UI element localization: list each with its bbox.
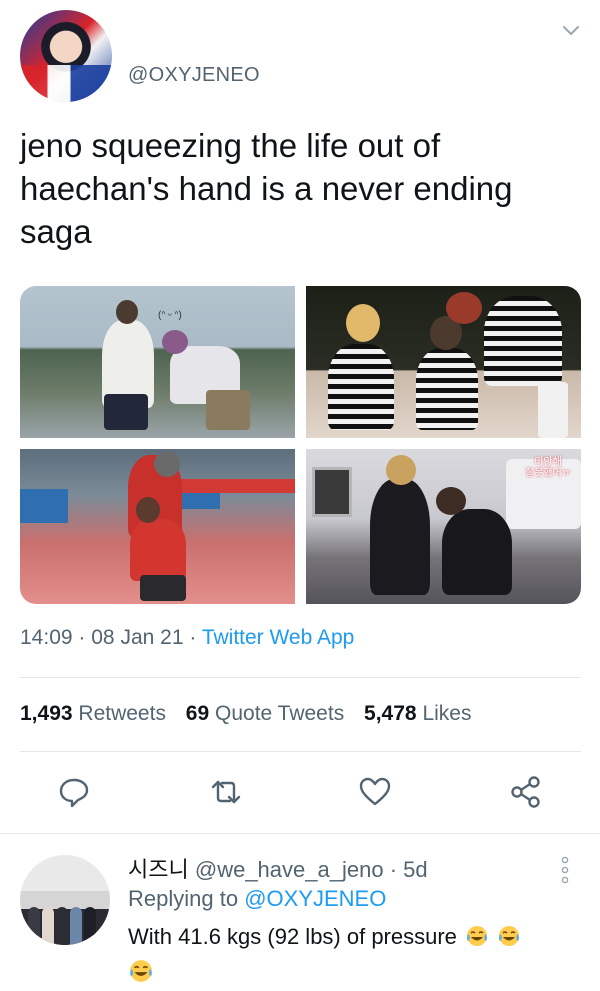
replying-mention[interactable]: @OXYJENEO xyxy=(244,886,386,911)
caption-line: 미안해 xyxy=(534,457,562,468)
author-handle[interactable]: @OXYJENEO xyxy=(128,64,260,87)
reply-text-body: With 41.6 kgs (92 lbs) of pressure xyxy=(128,924,457,949)
figure xyxy=(416,348,478,430)
media-image-4[interactable]: 미안해 잘못했어ㅠ xyxy=(306,449,581,604)
meta-separator: · xyxy=(78,626,86,649)
figure-legs xyxy=(140,575,186,601)
media-grid: (ᐢ ᵕ ᐢ) 미안해 잘못했어ㅠ xyxy=(20,286,581,604)
figure-legs xyxy=(104,394,148,430)
tears-of-joy-emoji-icon xyxy=(130,960,152,982)
tweet-date[interactable]: 08 Jan 21 xyxy=(91,626,183,649)
avatar-person xyxy=(28,907,40,945)
quotes-stat[interactable]: 69 Quote Tweets xyxy=(186,702,344,725)
share-icon[interactable] xyxy=(508,774,544,810)
figure-head xyxy=(154,451,180,477)
avatar-shirt xyxy=(20,65,112,102)
figure-head xyxy=(116,300,138,324)
caption-line: 잘못했어ㅠ xyxy=(525,468,571,479)
media-image-1[interactable]: (ᐢ ᵕ ᐢ) xyxy=(20,286,295,438)
replying-to: Replying to @OXYJENEO xyxy=(128,886,386,912)
likes-count: 5,478 xyxy=(364,702,417,725)
quotes-label: Quote Tweets xyxy=(215,702,345,725)
divider xyxy=(20,751,581,752)
avatar-person xyxy=(42,907,54,945)
retweet-icon[interactable] xyxy=(208,774,244,810)
media-image-2[interactable] xyxy=(306,286,581,438)
avatar-person xyxy=(84,907,96,945)
tweet-source-app[interactable]: Twitter Web App xyxy=(202,626,355,649)
figure-legs xyxy=(206,390,250,430)
figure xyxy=(484,296,562,386)
reply-text: With 41.6 kgs (92 lbs) of pressure xyxy=(128,922,583,952)
author-avatar[interactable] xyxy=(20,10,112,102)
avatar-person xyxy=(70,907,82,945)
quotes-count: 69 xyxy=(185,702,210,725)
tweet-meta: 14:09 · 08 Jan 21 · Twitter Web App xyxy=(20,626,354,650)
reply-age[interactable]: 5d xyxy=(403,857,427,882)
picture-frame xyxy=(312,467,352,517)
retweets-stat[interactable]: 1,493 Retweets xyxy=(20,702,166,725)
more-options-icon[interactable] xyxy=(560,855,570,885)
image-caption: (ᐢ ᵕ ᐢ) xyxy=(158,310,182,321)
figure-head xyxy=(436,487,466,515)
figure xyxy=(370,479,430,595)
avatar-person xyxy=(56,907,68,945)
chevron-down-icon[interactable] xyxy=(561,24,581,38)
figure-head xyxy=(162,330,188,354)
tweet-time: 14:09 xyxy=(20,626,73,649)
retweets-label: Retweets xyxy=(78,702,166,725)
retweets-count: 1,493 xyxy=(20,702,73,725)
tweet-stats: 1,493 Retweets 69 Quote Tweets 5,478 Lik… xyxy=(20,702,471,726)
figure-legs xyxy=(538,382,568,438)
replying-prefix: Replying to xyxy=(128,886,239,911)
tweet-text: jeno squeezing the life out of haechan's… xyxy=(20,127,513,250)
figure xyxy=(442,509,512,595)
heart-icon[interactable] xyxy=(357,774,393,810)
figure xyxy=(130,519,186,581)
figure-head xyxy=(136,497,160,523)
media-image-3[interactable] xyxy=(20,449,295,604)
figure-head xyxy=(446,292,482,324)
action-bar xyxy=(0,768,600,812)
figure-head xyxy=(386,455,416,485)
meta-separator: · xyxy=(389,857,398,882)
reply-divider xyxy=(0,833,600,834)
tears-of-joy-emoji-icon xyxy=(499,926,520,946)
likes-stat[interactable]: 5,478 Likes xyxy=(364,702,471,725)
figure xyxy=(328,344,394,430)
tears-of-joy-emoji-icon xyxy=(467,926,488,946)
table xyxy=(20,489,68,523)
figure-head xyxy=(346,304,380,342)
reply-author-handle[interactable]: @we_have_a_jeno xyxy=(195,857,384,882)
reply-bubble-icon[interactable] xyxy=(56,774,92,810)
divider xyxy=(20,677,581,678)
reply-header: 시즈니 @we_have_a_jeno · 5d xyxy=(128,852,428,884)
image-caption: 미안해 잘못했어ㅠ xyxy=(525,457,571,479)
reply-author-name[interactable]: 시즈니 xyxy=(128,857,189,882)
reply-avatar[interactable] xyxy=(20,855,110,945)
table xyxy=(170,479,295,493)
meta-separator: · xyxy=(189,626,197,649)
likes-label: Likes xyxy=(422,702,472,725)
